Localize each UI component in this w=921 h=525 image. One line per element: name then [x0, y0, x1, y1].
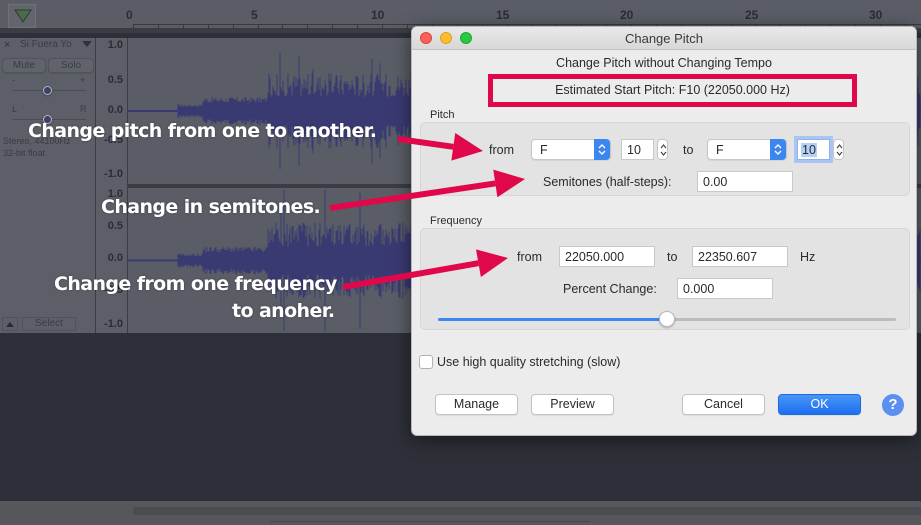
ok-button[interactable]: OK — [778, 394, 861, 415]
ruler-tick-label: 10 — [371, 8, 385, 22]
ruler-tick-label: 5 — [251, 8, 258, 22]
ruler-tick — [133, 25, 134, 30]
solo-button[interactable]: Solo — [48, 58, 94, 73]
semitones-label: Semitones (half-steps): — [543, 175, 672, 189]
pitch-to-label: to — [683, 143, 694, 157]
ruler-tick — [307, 25, 309, 30]
triangle-up-icon — [6, 322, 14, 327]
from-octave-stepper[interactable] — [657, 139, 668, 160]
frequency-to-label: to — [667, 250, 678, 264]
pan-left-label: L — [12, 104, 18, 114]
ruler-tick — [382, 25, 383, 30]
ruler-tick-label: 30 — [869, 8, 883, 22]
gain-plus-label: + — [80, 75, 86, 85]
scale-label: 0.5 — [107, 74, 123, 86]
ruler-tick — [182, 25, 184, 30]
frequency-to-value: 22350.607 — [698, 250, 758, 264]
pitch-group: from F 10 to F 10 Semitones (half-steps)… — [420, 122, 910, 196]
gain-minus-label: - — [12, 75, 15, 85]
dialog-title: Change Pitch — [624, 31, 704, 46]
ruler-baseline — [133, 24, 921, 25]
ruler-tick-label: 25 — [745, 8, 759, 22]
frequency-group-label: Frequency — [430, 215, 482, 227]
change-pitch-dialog: Change Pitch Change Pitch without Changi… — [411, 26, 917, 436]
semitones-value: 0.00 — [703, 175, 728, 189]
cancel-button[interactable]: Cancel — [682, 394, 765, 415]
to-note-value: F — [716, 143, 724, 157]
pitch-from-label: from — [489, 143, 514, 157]
help-button[interactable]: ? — [882, 394, 904, 416]
collapse-track-button[interactable] — [2, 317, 18, 331]
ruler-tick — [257, 25, 259, 30]
select-arrows-icon — [770, 139, 786, 160]
from-octave-field[interactable]: 10 — [621, 139, 654, 160]
horizontal-scrollbar-area — [0, 501, 921, 525]
frequency-from-label: from — [517, 250, 542, 264]
close-track-icon[interactable]: × — [4, 39, 18, 53]
scale-label: 0.0 — [107, 104, 123, 116]
scale-label: 0.5 — [107, 220, 123, 232]
ruler-tick-label: 20 — [620, 8, 634, 22]
horizontal-scrollbar[interactable] — [133, 507, 921, 515]
dialog-subtitle: Change Pitch without Changing Tempo — [556, 56, 772, 70]
from-note-value: F — [540, 143, 548, 157]
to-note-select[interactable]: F — [707, 139, 787, 160]
gain-slider-knob[interactable] — [43, 86, 52, 95]
chevron-down-icon[interactable] — [82, 41, 92, 47]
frequency-from-field[interactable]: 22050.000 — [559, 246, 655, 267]
ruler-tick — [207, 25, 209, 30]
to-octave-field[interactable]: 10 — [797, 139, 830, 160]
triangle-down-icon — [14, 9, 32, 23]
percent-change-slider-knob[interactable] — [659, 311, 675, 327]
pitch-group-label: Pitch — [430, 109, 455, 121]
ruler-tick-label: 15 — [496, 8, 510, 22]
annotation-frequency-line2: to anoher. — [232, 300, 335, 322]
play-head-button[interactable] — [8, 4, 36, 28]
estimated-pitch-highlight: Estimated Start Pitch: F10 (22050.000 Hz… — [488, 74, 857, 107]
preview-button[interactable]: Preview — [531, 394, 614, 415]
annotation-frequency-line1: Change from one frequency — [54, 273, 337, 295]
ruler-tick-label: 0 — [126, 8, 133, 22]
screen: 0 5 10 15 20 25 30 × Si Fuera Yo Mute So… — [0, 0, 921, 525]
select-track-button[interactable]: Select — [22, 317, 76, 331]
scale-label: 1.0 — [107, 39, 123, 51]
frequency-unit-label: Hz — [800, 250, 816, 264]
scale-label: 0.0 — [107, 252, 123, 264]
estimated-start-pitch: Estimated Start Pitch: F10 (22050.000 Hz… — [555, 83, 790, 97]
high-quality-checkbox[interactable] — [419, 355, 433, 369]
select-arrows-icon — [594, 139, 610, 160]
annotation-semitones: Change in semitones. — [101, 196, 321, 218]
ruler-tick — [332, 25, 334, 30]
ruler-tick — [357, 25, 359, 30]
ruler-tick — [406, 25, 408, 30]
annotation-pitch: Change pitch from one to another. — [28, 120, 377, 142]
percent-change-label: Percent Change: — [563, 282, 657, 296]
frequency-from-value: 22050.000 — [565, 250, 625, 264]
ruler-tick — [232, 25, 234, 30]
semitones-field[interactable]: 0.00 — [697, 171, 793, 192]
from-octave-value: 10 — [627, 143, 641, 157]
ruler-tick — [157, 25, 159, 30]
percent-change-value: 0.000 — [683, 282, 715, 296]
to-octave-value: 10 — [801, 143, 817, 157]
mute-button[interactable]: Mute — [2, 58, 46, 73]
track-bitdepth-info: 32-bit float — [3, 148, 46, 158]
manage-button[interactable]: Manage — [435, 394, 518, 415]
status-divider — [270, 521, 590, 522]
frequency-to-field[interactable]: 22350.607 — [692, 246, 788, 267]
from-note-select[interactable]: F — [531, 139, 611, 160]
pan-right-label: R — [80, 104, 87, 114]
high-quality-label[interactable]: Use high quality stretching (slow) — [437, 355, 620, 369]
ruler-tick — [282, 25, 284, 30]
track-name-menu[interactable]: Si Fuera Yo — [20, 39, 72, 50]
scale-label: -1.0 — [104, 318, 123, 330]
scale-label: -1.0 — [104, 168, 123, 180]
percent-change-field[interactable]: 0.000 — [677, 278, 773, 299]
to-octave-stepper[interactable] — [833, 139, 844, 160]
percent-change-slider-track[interactable] — [667, 318, 896, 321]
percent-change-slider-fill[interactable] — [438, 318, 667, 321]
stepper-arrows-icon — [660, 144, 667, 156]
dialog-titlebar[interactable]: Change Pitch — [412, 27, 916, 50]
stepper-arrows-icon — [836, 144, 843, 156]
